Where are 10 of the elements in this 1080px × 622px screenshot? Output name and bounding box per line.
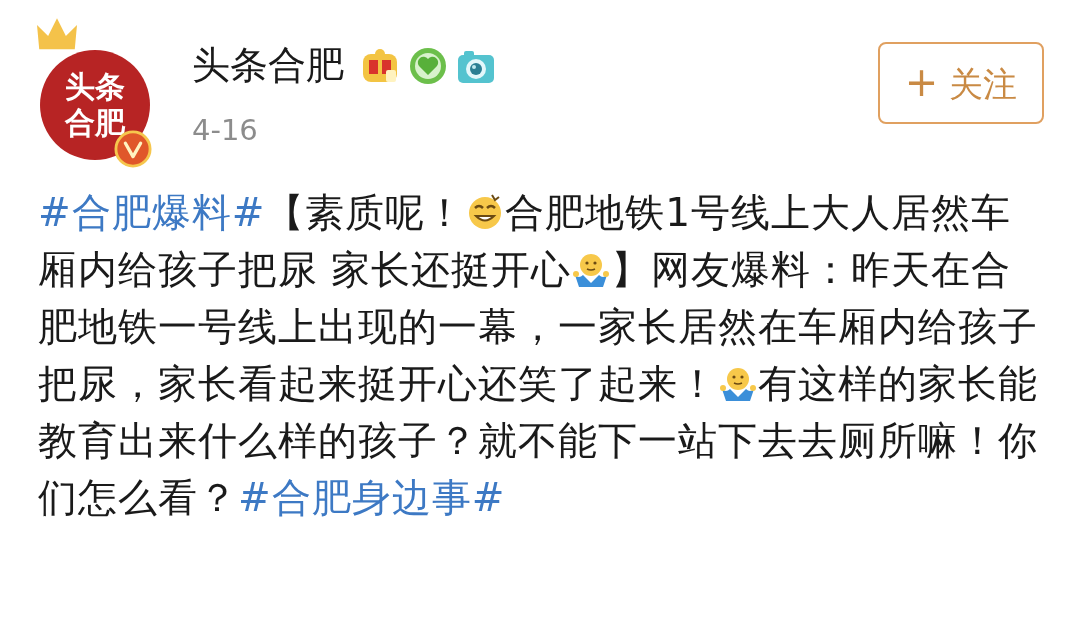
author-name[interactable]: 头条合肥 bbox=[192, 40, 344, 91]
follow-button[interactable]: + 关注 bbox=[878, 42, 1044, 124]
logo-text: 合肥 bbox=[65, 105, 125, 141]
post-text: #合肥爆料#【素质呢！ 合肥地铁1号线上大人居然车厢内给孩子把尿 家长还挺开心 】网友爆料：昨天在合肥地铁一号线上出现的一幕，一家长居然在车厢内给孩子把尿，家长看起来挺开心还笑了起来！ 有这样的家长能教育出来什么样的孩子？就不能下一站下去去厕所嘛！你们怎么看？#合肥身边事# bbox=[38, 189, 1039, 522]
hashtag-link[interactable]: #合肥身边事# bbox=[238, 475, 506, 520]
avatar-logo[interactable]: 头条 合肥 bbox=[40, 50, 150, 160]
post-date: 4-16 bbox=[192, 113, 259, 147]
heart-badge-icon bbox=[408, 45, 448, 86]
logo-text: 头条 bbox=[65, 69, 125, 105]
hashtag-link[interactable]: #合肥爆料# bbox=[38, 190, 266, 235]
